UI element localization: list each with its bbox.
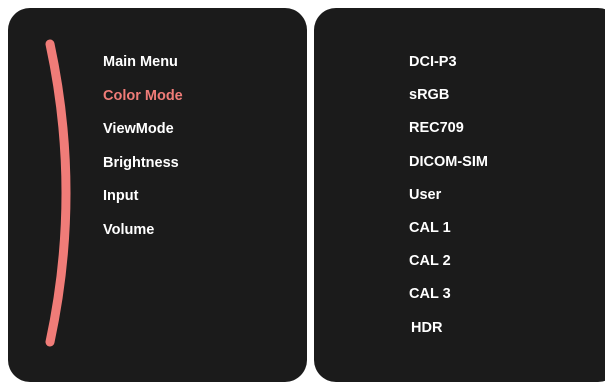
option-cal-1[interactable]: CAL 1 (409, 212, 488, 245)
menu-item-volume[interactable]: Volume (103, 214, 183, 248)
curved-scroll-indicator-icon (45, 39, 71, 347)
menu-item-color-mode[interactable]: Color Mode (103, 80, 183, 114)
option-hdr[interactable]: HDR (409, 312, 488, 345)
option-cal-3[interactable]: CAL 3 (409, 278, 488, 311)
menu-item-brightness[interactable]: Brightness (103, 147, 183, 181)
osd-menu-screen: Main Menu Color Mode ViewMode Brightness… (0, 0, 605, 382)
option-cal-2[interactable]: CAL 2 (409, 245, 488, 278)
option-rec709[interactable]: REC709 (409, 112, 488, 145)
option-user[interactable]: User (409, 179, 488, 212)
menu-item-viewmode[interactable]: ViewMode (103, 113, 183, 147)
menu-item-input[interactable]: Input (103, 180, 183, 214)
option-srgb[interactable]: sRGB (409, 79, 488, 112)
menu-item-main-menu[interactable]: Main Menu (103, 46, 183, 80)
main-menu-list: Main Menu Color Mode ViewMode Brightness… (103, 46, 183, 247)
option-dci-p3[interactable]: DCI-P3 (409, 46, 488, 79)
color-mode-options-list: DCI-P3 sRGB REC709 DICOM-SIM User CAL 1 … (409, 46, 488, 345)
option-dicom-sim[interactable]: DICOM-SIM (409, 146, 488, 179)
